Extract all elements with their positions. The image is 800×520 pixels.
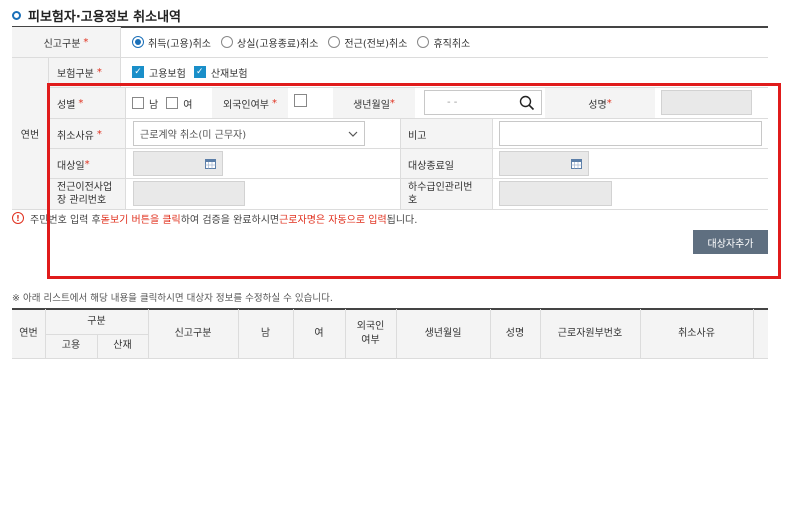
report-type-option-label: 취득(고용)취소: [148, 38, 212, 50]
col-header-birth: 생년월일: [424, 327, 462, 339]
top-divider: [12, 26, 768, 28]
warning-icon: !: [12, 212, 24, 224]
report-type-radio-transfer[interactable]: [328, 36, 341, 48]
page-title: 피보험자·고용정보 취소내역: [28, 9, 181, 25]
col-header-female: 여: [314, 327, 324, 339]
row-no-label: 연번: [20, 130, 40, 141]
col-header-accident: 산재: [113, 340, 132, 351]
col-header-employment: 고용: [61, 340, 81, 351]
accident-insurance-label: 산재보험: [210, 68, 248, 80]
report-type-radio-acquire[interactable]: [132, 36, 144, 48]
list-edit-note: ※ 아래 리스트에서 해당 내용을 클릭하시면 대상자 정보를 수정하실 수 있…: [12, 293, 333, 304]
col-header-name: 성명: [505, 327, 525, 339]
report-type-label: 신고구분 *: [43, 36, 89, 50]
grid-line: [12, 358, 768, 359]
report-type-radio-loss[interactable]: [221, 36, 234, 48]
report-type-radio-leave[interactable]: [417, 36, 430, 48]
insurance-checkbox-group: ✓ 고용보험 ✓ 산재보험: [132, 64, 248, 80]
report-type-option-label: 휴직취소: [433, 38, 471, 50]
report-type-radio-group: 취득(고용)취소 상실(고용종료)취소 전근(전보)취소 휴직취소: [132, 34, 480, 50]
col-header-report-type: 신고구분: [174, 327, 212, 339]
section-title: 피보험자·고용정보 취소내역: [12, 6, 181, 25]
col-header-cancel-reason: 취소사유: [678, 327, 715, 339]
col-header-no: 연번: [19, 327, 38, 339]
grid-line: [12, 57, 768, 58]
accident-insurance-checkbox[interactable]: ✓: [193, 66, 206, 78]
report-type-option-label: 전근(전보)취소: [344, 38, 408, 50]
employment-insurance-checkbox[interactable]: ✓: [132, 66, 144, 78]
employment-insurance-label: 고용보험: [149, 68, 186, 80]
col-header-foreigner: 외국인 여부: [356, 320, 385, 346]
col-header-worker-no: 근로자원부번호: [557, 327, 623, 339]
title-bullet-icon: [12, 10, 21, 20]
grid-line: [120, 27, 121, 87]
grid-line: [753, 309, 754, 358]
highlight-box: [47, 83, 781, 279]
col-header-male: 남: [260, 327, 271, 339]
col-header-category: 구분: [87, 315, 106, 327]
report-type-option-label: 상실(고용종료)취소: [237, 38, 319, 50]
